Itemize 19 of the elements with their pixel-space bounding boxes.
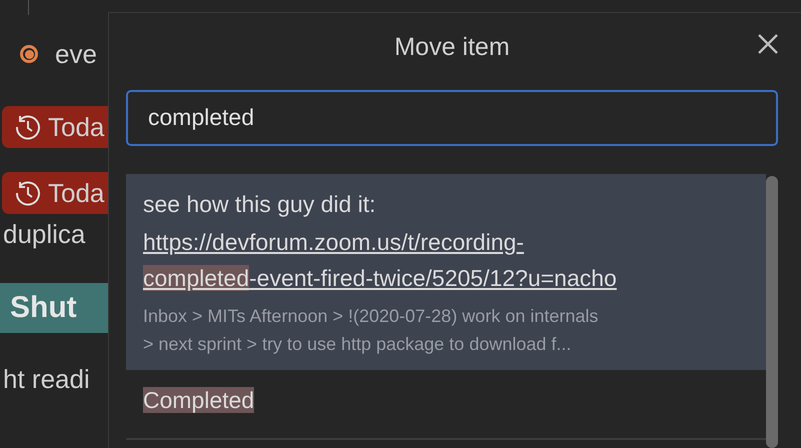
scrollbar[interactable] [766,176,778,448]
search-field[interactable]: completed [126,90,778,146]
result-link[interactable]: https://devforum.zoom.us/t/recording- completed-event-fired-twice/5205/12?u=nacho [143,224,633,296]
due-date-label: Toda [48,112,104,142]
close-icon[interactable] [757,33,779,55]
result-item[interactable] [126,174,766,370]
note-text: duplica [3,218,86,250]
result-title: see how this guy did it: [143,190,376,219]
result-item[interactable]: Completed [126,370,766,430]
dialog-title: Move item [394,33,510,62]
note-text: ht readi [3,364,90,394]
heading-text: Shut [10,291,77,325]
breadcrumb-path: Inbox > MITs Afternoon > !(2020-07-28) work on internals > next sprint > try to use http package to download f... [143,305,600,356]
note-text: eve [55,38,97,70]
clock-icon [14,179,42,207]
due-date-label: Toda [48,178,104,208]
clock-icon [14,113,42,141]
bullet-icon [20,45,38,63]
result-title: Completed [143,386,254,415]
